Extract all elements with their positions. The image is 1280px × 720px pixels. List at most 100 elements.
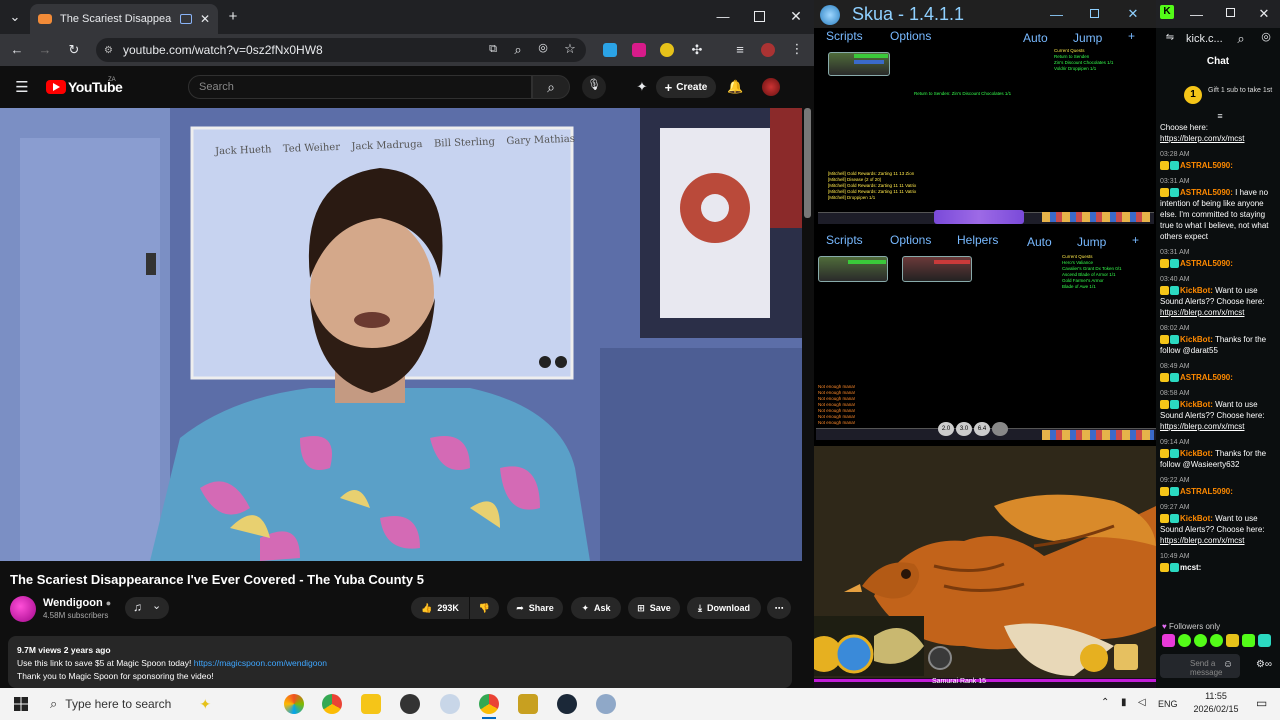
chat-link[interactable]: https://blerp.com/x/mcst	[1160, 422, 1244, 431]
chat-username[interactable]: KickBot:	[1180, 514, 1213, 523]
bookmark-star-icon[interactable]: ☆	[563, 42, 577, 55]
extension-3-icon[interactable]	[660, 43, 674, 57]
profile-avatar[interactable]	[761, 43, 775, 57]
taskbar-search-box[interactable]: ⌕ Type here to search ✦	[40, 692, 280, 716]
description-box[interactable]: 9.7M views 2 years ago Use this link to …	[8, 636, 792, 688]
media-control-icon[interactable]: ≡	[733, 43, 747, 56]
chat-settings-icon[interactable]: ⚙∞	[1252, 660, 1276, 670]
kick-hide-eye-icon[interactable]: ◎	[1260, 32, 1272, 43]
taskbar-app-skua[interactable]	[596, 694, 616, 714]
chat-message[interactable]: 03:31 AM ASTRAL5090:	[1160, 246, 1278, 269]
kick-close-button[interactable]: ✕	[1258, 7, 1270, 20]
chat-username[interactable]: KickBot:	[1180, 335, 1213, 344]
scrollbar-thumb[interactable]	[804, 108, 811, 218]
chat-message[interactable]: 09:22 AM ASTRAL5090:	[1160, 474, 1278, 497]
channel-name[interactable]: Wendigoon ●	[43, 597, 111, 609]
chat-message[interactable]: 09:27 AM KickBot: Want to use Sound Alert…	[1160, 501, 1278, 546]
skua-maximize-button[interactable]	[1090, 9, 1099, 18]
skua-menu-options[interactable]: Options	[890, 29, 931, 47]
search-input[interactable]: Search	[188, 75, 532, 99]
chat-username[interactable]: ASTRAL5090:	[1180, 161, 1233, 170]
tab-list-icon[interactable]: ⌄	[8, 10, 22, 23]
taskbar-app-chrome-2[interactable]	[479, 694, 499, 714]
back-button[interactable]: ←	[10, 43, 24, 56]
chat-message[interactable]: 08:49 AM ASTRAL5090:	[1160, 360, 1278, 383]
emote-icon[interactable]	[1226, 634, 1239, 647]
chat-username[interactable]: KickBot:	[1180, 400, 1213, 409]
skua-close-button[interactable]: ✕	[1127, 7, 1139, 20]
emote-icon[interactable]	[1258, 634, 1271, 647]
chat-message[interactable]: Choose here: https://blerp.com/x/mcst	[1160, 122, 1278, 144]
download-button[interactable]: ⤓ Download	[687, 597, 761, 619]
voice-search-button[interactable]: 🎙	[582, 75, 606, 99]
tab-youtube[interactable]: The Scariest Disappearance ✕	[30, 4, 218, 34]
chat-message[interactable]: 03:31 AM ASTRAL5090: I have no intention …	[1160, 175, 1278, 242]
chat-username[interactable]: ASTRAL5090:	[1180, 487, 1233, 496]
more-actions-button[interactable]: ⋯	[767, 597, 791, 619]
emote-icon[interactable]	[1194, 634, 1207, 647]
kick-maximize-button[interactable]	[1226, 8, 1235, 17]
chat-username[interactable]: ASTRAL5090:	[1180, 188, 1233, 197]
skua2-menu-helpers[interactable]: Helpers	[957, 233, 998, 251]
gift-sub-banner[interactable]: 1 Gift 1 sub to take 1st	[1156, 80, 1280, 110]
install-app-icon[interactable]: ⧉	[486, 44, 500, 55]
chat-link[interactable]: https://blerp.com/x/mcst	[1160, 308, 1244, 317]
taskbar-app-steam[interactable]	[557, 694, 577, 714]
game-client-3[interactable]: Samurai Rank 15	[814, 446, 1156, 688]
skua2-menu-scripts[interactable]: Scripts	[826, 233, 863, 251]
menu-icons-bar[interactable]	[1042, 430, 1154, 440]
skua2-menu-auto[interactable]: Auto	[1027, 235, 1052, 253]
gemini-sparkle-icon[interactable]: ✦	[634, 80, 650, 93]
skua2-menu-add[interactable]: +	[1132, 233, 1139, 251]
skill-slot[interactable]	[992, 422, 1008, 436]
video-player[interactable]: Jack Hueth Ted Weiher Jack Madruga Bill …	[0, 108, 802, 561]
skill-slot[interactable]: 2.0	[938, 422, 954, 436]
taskbar-app-obs[interactable]	[400, 694, 420, 714]
account-avatar[interactable]	[762, 78, 780, 96]
kick-zoom-icon[interactable]: ⌕	[1235, 32, 1247, 45]
window-minimize-button[interactable]: —	[716, 10, 730, 23]
game-client-2[interactable]: Current Quests Hero's Valiance Cavalier's…	[816, 252, 1156, 442]
tray-language[interactable]: ENG	[1158, 699, 1178, 709]
new-tab-button[interactable]: +	[226, 9, 240, 24]
tab-close-icon[interactable]: ✕	[200, 13, 210, 25]
taskbar-app-chrome[interactable]	[322, 694, 342, 714]
skua-menu-add[interactable]: +	[1128, 29, 1135, 47]
tray-volume-icon[interactable]: ◁	[1138, 697, 1146, 708]
reload-button[interactable]: ↻	[67, 43, 81, 56]
chat-message[interactable]: 03:40 AM KickBot: Want to use Sound Alert…	[1160, 273, 1278, 318]
chat-message[interactable]: 03:28 AM ASTRAL5090:	[1160, 148, 1278, 171]
chat-message[interactable]: 08:02 AM KickBot: Thanks for the follow @…	[1160, 322, 1278, 356]
zoom-icon[interactable]: ⌕	[511, 43, 525, 56]
channel-avatar[interactable]	[10, 596, 36, 622]
share-button[interactable]: ➦ Share	[507, 597, 563, 619]
skua-menu-scripts[interactable]: Scripts	[826, 29, 863, 47]
hamburger-menu-icon[interactable]: ☰	[14, 80, 30, 95]
chat-username[interactable]: ASTRAL5090:	[1180, 259, 1233, 268]
subscription-bell-button[interactable]: ♫ ⌄	[125, 597, 169, 619]
tray-chevron-icon[interactable]: ⌃	[1101, 697, 1109, 708]
extension-2-icon[interactable]	[632, 43, 646, 57]
taskbar-app-copilot[interactable]	[284, 694, 304, 714]
chat-message[interactable]: 10:49 AM mcst:	[1160, 550, 1278, 573]
menu-icons-bar[interactable]	[1042, 212, 1150, 222]
emote-icon[interactable]	[1210, 634, 1223, 647]
tray-clock[interactable]: 11:55 2026/02/15	[1186, 690, 1246, 716]
skua2-menu-jump[interactable]: Jump	[1077, 235, 1106, 253]
skill-slot[interactable]: 3.0	[956, 422, 972, 436]
skill-slot[interactable]: 6.4	[974, 422, 990, 436]
emote-bar[interactable]	[1162, 634, 1278, 648]
chat-message[interactable]: 08:58 AM KickBot: Want to use Sound Alert…	[1160, 387, 1278, 432]
search-button[interactable]: ⌕	[532, 75, 570, 99]
chat-username[interactable]: KickBot:	[1180, 286, 1213, 295]
skill-bar[interactable]: 2.0 3.0 6.4	[938, 422, 1028, 438]
taskbar-app-file-explorer[interactable]	[361, 694, 381, 714]
forward-button[interactable]: →	[38, 43, 52, 56]
notification-center-icon[interactable]: ▭	[1256, 696, 1267, 710]
extension-1-icon[interactable]	[603, 43, 617, 57]
emote-icon[interactable]	[1242, 634, 1255, 647]
create-button[interactable]: + Create	[656, 76, 716, 98]
window-close-button[interactable]: ✕	[789, 9, 803, 23]
windows-start-icon[interactable]	[14, 697, 28, 711]
tray-mic-icon[interactable]: ▮	[1121, 697, 1127, 708]
